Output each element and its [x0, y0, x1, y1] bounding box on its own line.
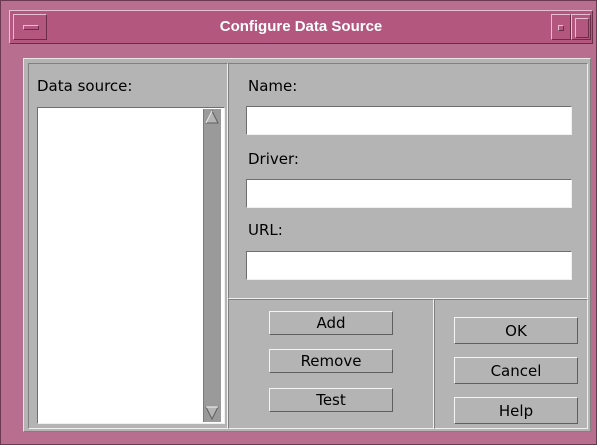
driver-input[interactable] — [246, 179, 572, 208]
window-title: Configure Data Source — [219, 18, 383, 35]
test-button[interactable]: Test — [269, 388, 393, 412]
remove-button[interactable]: Remove — [269, 349, 393, 373]
help-button[interactable]: Help — [454, 397, 578, 424]
minimize-button[interactable] — [551, 14, 571, 40]
title-bar[interactable]: Configure Data Source — [9, 10, 593, 44]
data-source-scrollbar[interactable] — [203, 109, 221, 422]
url-label: URL: — [248, 221, 283, 239]
name-label: Name: — [248, 77, 298, 95]
data-source-list[interactable] — [37, 107, 225, 424]
minimize-icon — [558, 25, 564, 31]
url-input[interactable] — [246, 251, 572, 280]
dialog-content: Data source: Name: Driver: URL: Add Remo… — [23, 58, 591, 432]
driver-label: Driver: — [248, 150, 299, 168]
add-button[interactable]: Add — [269, 311, 393, 335]
maximize-button[interactable] — [571, 14, 591, 40]
cancel-button[interactable]: Cancel — [454, 357, 578, 384]
arrow-up-icon[interactable] — [204, 109, 220, 125]
maximize-icon — [575, 18, 589, 38]
name-input[interactable] — [246, 106, 572, 135]
arrow-down-icon[interactable] — [204, 405, 220, 421]
data-source-label: Data source: — [37, 77, 133, 95]
ok-button[interactable]: OK — [454, 317, 578, 344]
dialog-window: Configure Data Source Data source: Name:… — [0, 0, 597, 445]
